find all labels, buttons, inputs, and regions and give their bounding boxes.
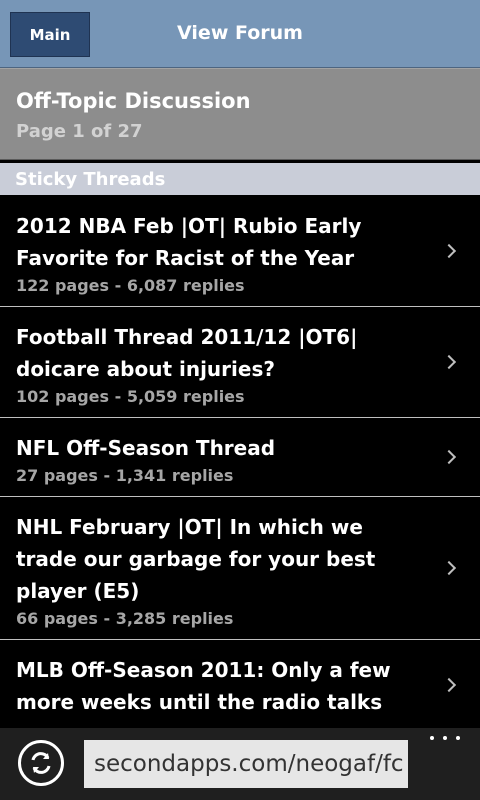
chevron-right-icon: [441, 677, 457, 693]
thread-meta: 66 pages - 3,285 replies: [16, 609, 234, 628]
thread-row[interactable]: NHL February |OT| In which we trade our …: [0, 497, 480, 640]
page-indicator: Page 1 of 27: [16, 121, 143, 142]
thread-meta: 122 pages - 6,087 replies: [16, 276, 245, 295]
thread-row[interactable]: Football Thread 2011/12 |OT6| doicare ab…: [0, 307, 480, 418]
thread-meta: 27 pages - 1,341 replies: [16, 466, 234, 485]
thread-title: 2012 NBA Feb |OT| Rubio Early Favorite f…: [16, 214, 362, 270]
chevron-right-icon: [441, 243, 457, 259]
forum-info-bar: Off-Topic Discussion Page 1 of 27: [0, 68, 480, 160]
thread-row[interactable]: NFL Off-Season Thread 27 pages - 1,341 r…: [0, 418, 480, 497]
forum-name: Off-Topic Discussion: [16, 89, 251, 113]
thread-meta: 102 pages - 5,059 replies: [16, 387, 245, 406]
chevron-right-icon: [441, 449, 457, 465]
thread-title: NHL February |OT| In which we trade our …: [16, 515, 376, 603]
thread-row[interactable]: 2012 NBA Feb |OT| Rubio Early Favorite f…: [0, 196, 480, 307]
thread-title: MLB Off-Season 2011: Only a few more wee…: [16, 658, 391, 714]
thread-title: Football Thread 2011/12 |OT6| doicare ab…: [16, 325, 358, 381]
dot: [443, 736, 447, 740]
browser-app-bar: secondapps.com/neogaf/fc: [0, 728, 480, 800]
page-title: View Forum: [177, 22, 303, 44]
refresh-icon[interactable]: [18, 740, 64, 786]
dot: [456, 736, 460, 740]
thread-row[interactable]: MLB Off-Season 2011: Only a few more wee…: [0, 640, 480, 731]
header-bar: Main View Forum: [0, 0, 480, 68]
thread-title: NFL Off-Season Thread: [16, 436, 276, 460]
chevron-right-icon: [441, 354, 457, 370]
more-icon[interactable]: [430, 732, 460, 744]
thread-list: 2012 NBA Feb |OT| Rubio Early Favorite f…: [0, 196, 480, 731]
section-header-sticky: Sticky Threads: [0, 163, 480, 195]
chevron-right-icon: [441, 560, 457, 576]
dot: [430, 736, 434, 740]
address-bar[interactable]: secondapps.com/neogaf/fc: [84, 740, 408, 788]
